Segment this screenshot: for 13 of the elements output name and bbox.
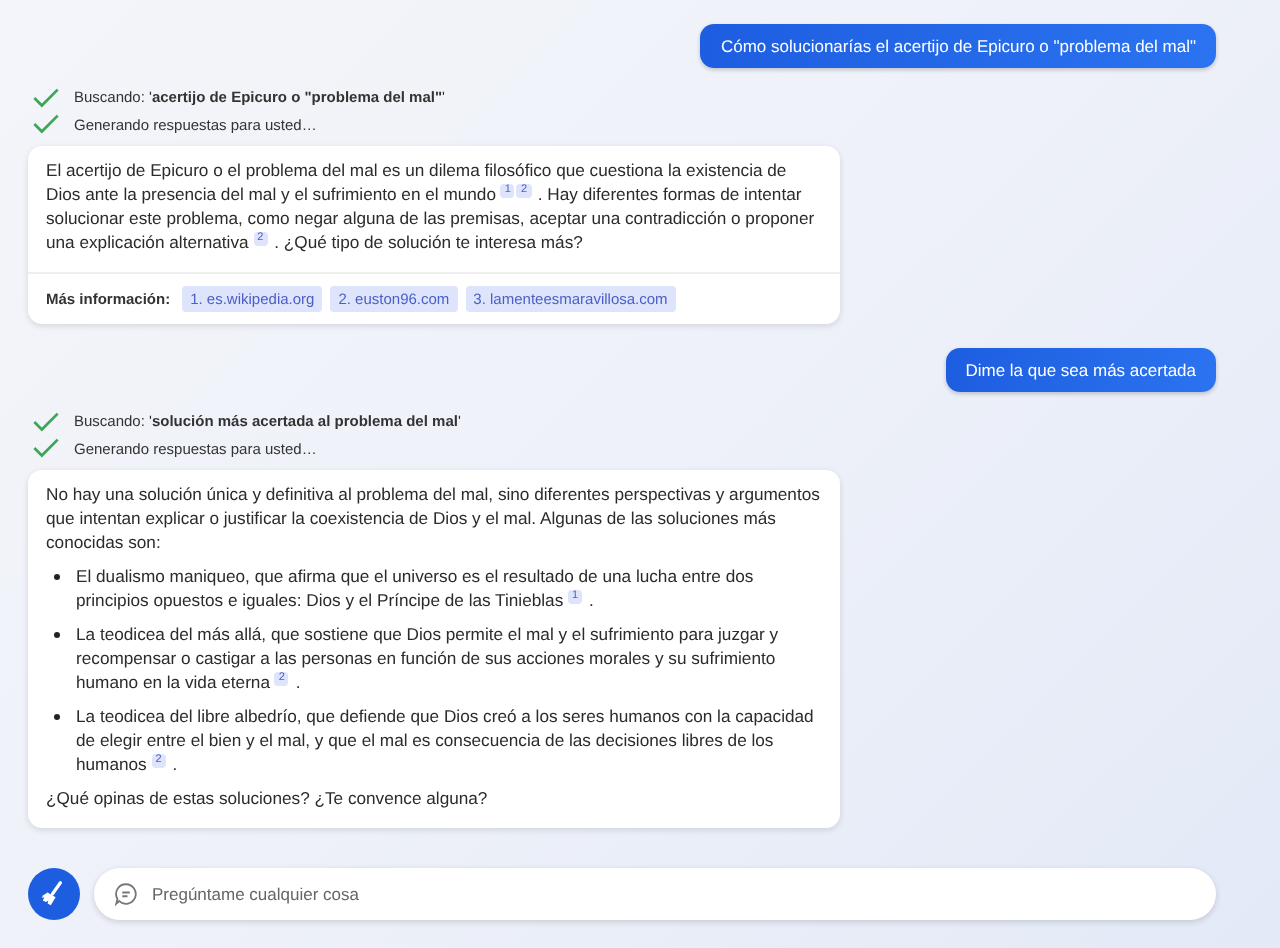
answer-paragraph: No hay una solución única y definitiva al problema del mal, sino diferentes perspectivas y argumentos que intentan explicar o justificar la coexistencia de Dios y el mal. Algunas de las soluciones más conocidas son: bbox=[46, 482, 822, 554]
checkmark-icon bbox=[32, 411, 60, 432]
user-message: Dime la que sea más acertada bbox=[945, 348, 1216, 392]
bullet-icon bbox=[54, 574, 60, 580]
checkmark-icon bbox=[32, 438, 60, 459]
bullet-icon bbox=[54, 714, 60, 720]
chat-input-field[interactable]: Pregúntame cualquier cosa bbox=[94, 868, 1216, 920]
checkmark-icon bbox=[32, 114, 60, 135]
user-message: Cómo solucionarías el acertijo de Epicuro o "problema del mal" bbox=[700, 24, 1216, 68]
bullet-icon bbox=[54, 632, 60, 638]
checkmark-icon bbox=[32, 87, 60, 108]
answer-paragraph: ¿Qué opinas de estas soluciones? ¿Te convence alguna? bbox=[46, 786, 490, 810]
new-topic-button[interactable] bbox=[28, 868, 80, 920]
